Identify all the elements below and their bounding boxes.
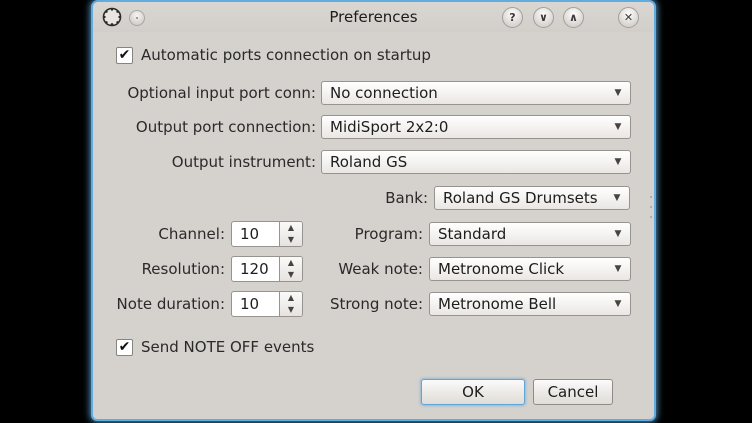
strong-note-label: Strong note: xyxy=(253,292,423,316)
auto-connect-checkbox[interactable]: ✔ xyxy=(116,47,133,64)
cancel-button[interactable]: Cancel xyxy=(533,379,613,405)
dropdown-arrow-icon: ▼ xyxy=(606,157,630,167)
instrument-value: Roland GS xyxy=(322,153,606,171)
bank-label: Bank: xyxy=(93,186,428,210)
preferences-dialog: Preferences ? ∨ ∧ ✕ ✔ Automatic ports co… xyxy=(91,0,656,421)
strong-note-combobox[interactable]: Metronome Bell ▼ xyxy=(429,292,631,316)
close-icon: ✕ xyxy=(624,12,633,23)
shade-button[interactable]: ∨ xyxy=(533,7,554,28)
program-value: Standard xyxy=(430,225,606,243)
dropdown-arrow-icon: ▼ xyxy=(606,122,630,132)
close-button[interactable]: ✕ xyxy=(618,7,639,28)
help-icon: ? xyxy=(509,12,515,23)
program-label: Program: xyxy=(253,222,423,246)
dropdown-arrow-icon: ▼ xyxy=(606,299,630,309)
titlebar[interactable]: Preferences ? ∨ ∧ ✕ xyxy=(93,2,654,32)
output-port-value: MidiSport 2x2:0 xyxy=(322,118,606,136)
chevron-up-icon: ∧ xyxy=(569,12,578,23)
unshade-button[interactable]: ∧ xyxy=(563,7,584,28)
checkmark-icon: ✔ xyxy=(119,340,131,354)
strong-note-value: Metronome Bell xyxy=(430,295,606,313)
auto-connect-label: Automatic ports connection on startup xyxy=(141,46,431,64)
program-combobox[interactable]: Standard ▼ xyxy=(429,222,631,246)
chevron-down-icon: ∨ xyxy=(539,12,548,23)
auto-connect-row: ✔ Automatic ports connection on startup xyxy=(116,46,431,64)
weak-note-combobox[interactable]: Metronome Click ▼ xyxy=(429,257,631,281)
resize-grip[interactable] xyxy=(649,196,653,218)
input-port-combobox[interactable]: No connection ▼ xyxy=(321,81,631,105)
bank-combobox[interactable]: Roland GS Drumsets ▼ xyxy=(434,186,630,210)
dropdown-arrow-icon: ▼ xyxy=(606,229,630,239)
weak-note-value: Metronome Click xyxy=(430,260,606,278)
note-off-label: Send NOTE OFF events xyxy=(141,338,314,356)
dropdown-arrow-icon: ▼ xyxy=(606,88,630,98)
duration-label: Note duration: xyxy=(93,291,225,317)
input-port-value: No connection xyxy=(322,84,606,102)
checkmark-icon: ✔ xyxy=(119,48,131,62)
ok-button[interactable]: OK xyxy=(421,379,525,405)
input-port-label: Optional input port conn: xyxy=(93,81,316,105)
dropdown-arrow-icon: ▼ xyxy=(606,264,630,274)
weak-note-label: Weak note: xyxy=(253,257,423,281)
dropdown-arrow-icon: ▼ xyxy=(605,193,629,203)
help-button[interactable]: ? xyxy=(502,7,523,28)
output-port-label: Output port connection: xyxy=(93,115,316,139)
note-off-checkbox[interactable]: ✔ xyxy=(116,339,133,356)
note-off-row: ✔ Send NOTE OFF events xyxy=(116,338,314,356)
output-port-combobox[interactable]: MidiSport 2x2:0 ▼ xyxy=(321,115,631,139)
channel-label: Channel: xyxy=(93,221,225,247)
resolution-label: Resolution: xyxy=(93,256,225,282)
instrument-combobox[interactable]: Roland GS ▼ xyxy=(321,150,631,174)
bank-value: Roland GS Drumsets xyxy=(435,189,605,207)
instrument-label: Output instrument: xyxy=(93,150,316,174)
